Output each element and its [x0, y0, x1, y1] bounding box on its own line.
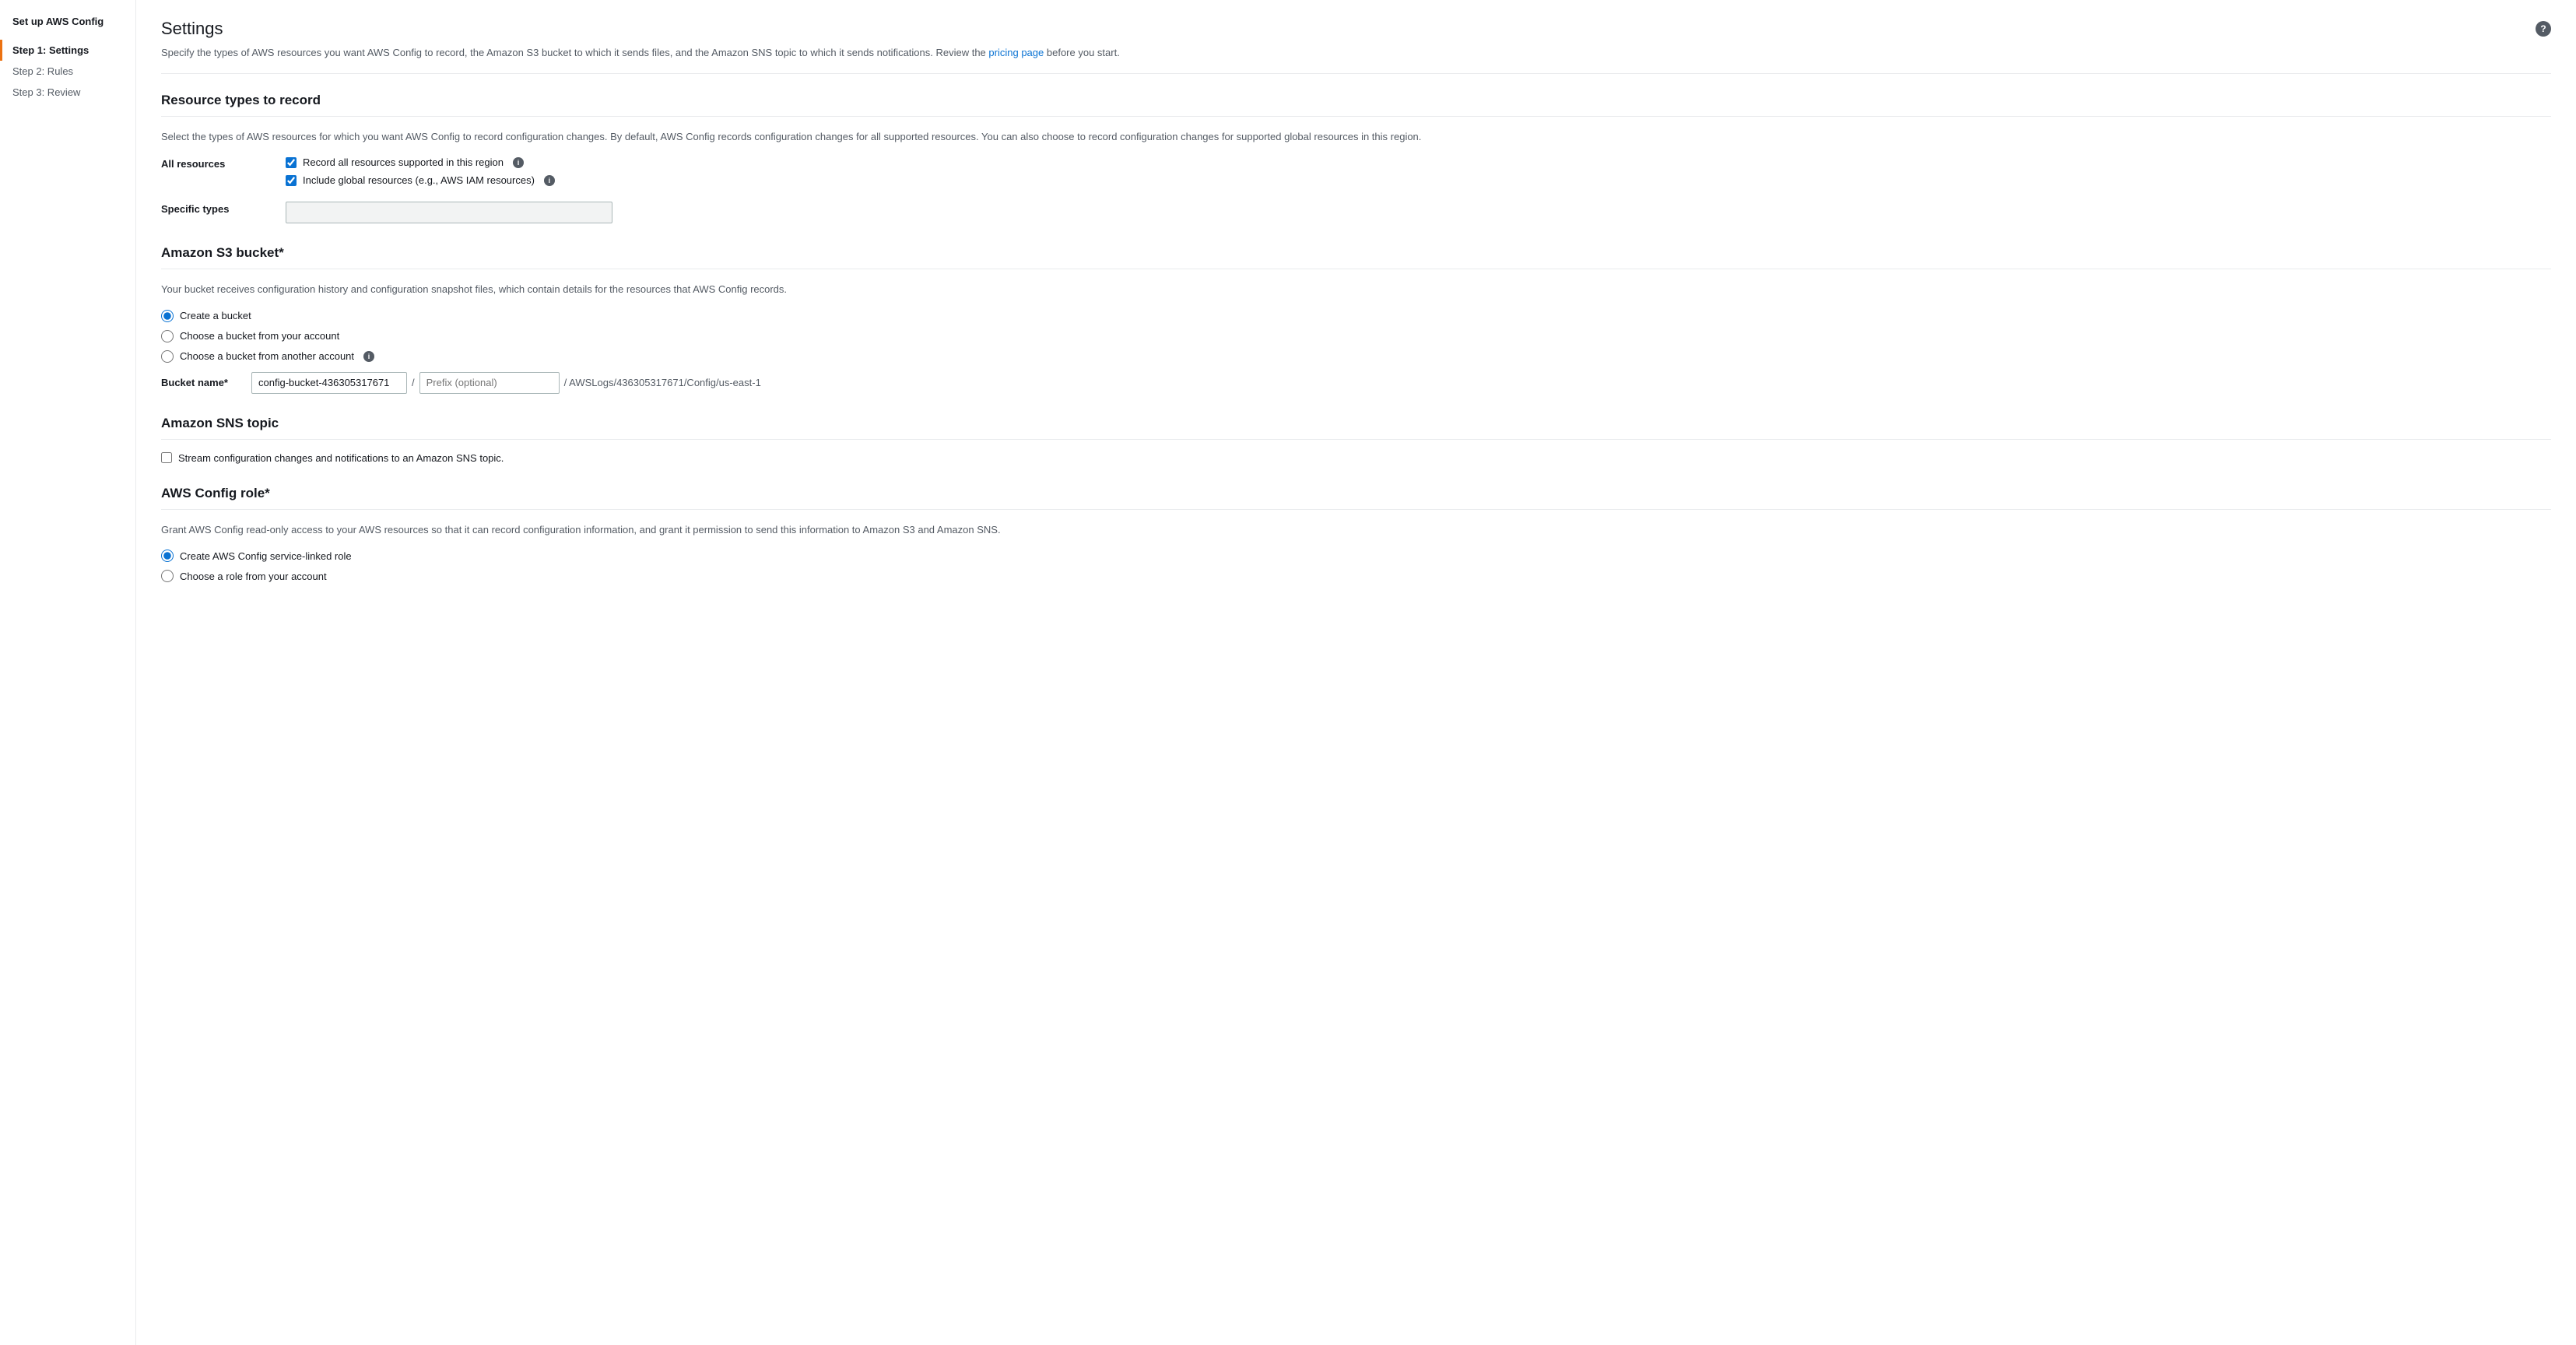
include-global-checkbox-option[interactable]: Include global resources (e.g., AWS IAM …: [286, 174, 2551, 186]
specific-types-input[interactable]: [286, 202, 612, 223]
s3-bucket-section: Amazon S3 bucket* Your bucket receives c…: [161, 245, 2551, 394]
create-role-option[interactable]: Create AWS Config service-linked role: [161, 550, 2551, 562]
choose-role-label: Choose a role from your account: [180, 571, 327, 582]
choose-role-option[interactable]: Choose a role from your account: [161, 570, 2551, 582]
record-all-checkbox[interactable]: [286, 157, 297, 168]
sns-checkbox-label: Stream configuration changes and notific…: [178, 452, 504, 464]
choose-bucket-own-option[interactable]: Choose a bucket from your account: [161, 330, 2551, 342]
specific-types-row: Specific types: [161, 202, 2551, 223]
include-global-info-icon[interactable]: i: [544, 175, 555, 186]
choose-bucket-other-info-icon[interactable]: i: [363, 351, 374, 362]
specific-types-content: [286, 202, 2551, 223]
page-header: Settings ?: [161, 19, 2551, 39]
record-all-checkbox-option[interactable]: Record all resources supported in this r…: [286, 156, 2551, 168]
include-global-checkbox[interactable]: [286, 175, 297, 186]
role-section-description: Grant AWS Config read-only access to you…: [161, 522, 2551, 538]
choose-bucket-own-radio[interactable]: [161, 330, 174, 342]
create-role-radio[interactable]: [161, 550, 174, 562]
sns-section-title: Amazon SNS topic: [161, 416, 2551, 440]
role-section: AWS Config role* Grant AWS Config read-o…: [161, 486, 2551, 583]
role-section-title: AWS Config role*: [161, 486, 2551, 510]
all-resources-content: Record all resources supported in this r…: [286, 156, 2551, 192]
separator-slash: /: [412, 377, 415, 388]
prefix-input[interactable]: [419, 372, 560, 394]
create-bucket-label: Create a bucket: [180, 310, 251, 321]
s3-radio-group: Create a bucket Choose a bucket from you…: [161, 310, 2551, 363]
pricing-page-link[interactable]: pricing page: [988, 47, 1044, 58]
sns-checkbox[interactable]: [161, 452, 172, 463]
resource-section-description: Select the types of AWS resources for wh…: [161, 129, 2551, 145]
choose-bucket-other-label: Choose a bucket from another account: [180, 350, 354, 362]
bucket-name-input[interactable]: [251, 372, 407, 394]
main-content: Settings ? Specify the types of AWS reso…: [136, 0, 2576, 1345]
choose-role-radio[interactable]: [161, 570, 174, 582]
create-bucket-radio[interactable]: [161, 310, 174, 322]
page-title: Settings: [161, 19, 223, 39]
help-icon[interactable]: ?: [2536, 21, 2551, 37]
record-all-info-icon[interactable]: i: [513, 157, 524, 168]
choose-bucket-other-option[interactable]: Choose a bucket from another account i: [161, 350, 2551, 363]
bucket-name-label: Bucket name*: [161, 377, 247, 388]
resource-section-title: Resource types to record: [161, 93, 2551, 117]
choose-bucket-own-label: Choose a bucket from your account: [180, 330, 339, 342]
s3-section-title: Amazon S3 bucket*: [161, 245, 2551, 269]
role-radio-group: Create AWS Config service-linked role Ch…: [161, 550, 2551, 582]
choose-bucket-other-radio[interactable]: [161, 350, 174, 363]
sidebar-header: Set up AWS Config: [0, 16, 135, 40]
sidebar-item-step1[interactable]: Step 1: Settings: [0, 40, 135, 61]
page-description: Specify the types of AWS resources you w…: [161, 45, 2551, 74]
all-resources-row: All resources Record all resources suppo…: [161, 156, 2551, 192]
sidebar-item-step3[interactable]: Step 3: Review: [0, 82, 135, 103]
create-bucket-option[interactable]: Create a bucket: [161, 310, 2551, 322]
sidebar-item-step2[interactable]: Step 2: Rules: [0, 61, 135, 82]
all-resources-label: All resources: [161, 156, 286, 170]
sns-section: Amazon SNS topic Stream configuration ch…: [161, 416, 2551, 464]
sidebar: Set up AWS Config Step 1: Settings Step …: [0, 0, 136, 1345]
specific-types-label: Specific types: [161, 202, 286, 215]
bucket-name-row: Bucket name* / / AWSLogs/436305317671/Co…: [161, 372, 2551, 394]
record-all-label: Record all resources supported in this r…: [303, 156, 504, 168]
s3-section-description: Your bucket receives configuration histo…: [161, 282, 2551, 297]
include-global-label: Include global resources (e.g., AWS IAM …: [303, 174, 535, 186]
bucket-suffix: / AWSLogs/436305317671/Config/us-east-1: [564, 377, 761, 388]
resource-types-section: Resource types to record Select the type…: [161, 93, 2551, 224]
create-role-label: Create AWS Config service-linked role: [180, 550, 352, 562]
sns-checkbox-row[interactable]: Stream configuration changes and notific…: [161, 452, 2551, 464]
